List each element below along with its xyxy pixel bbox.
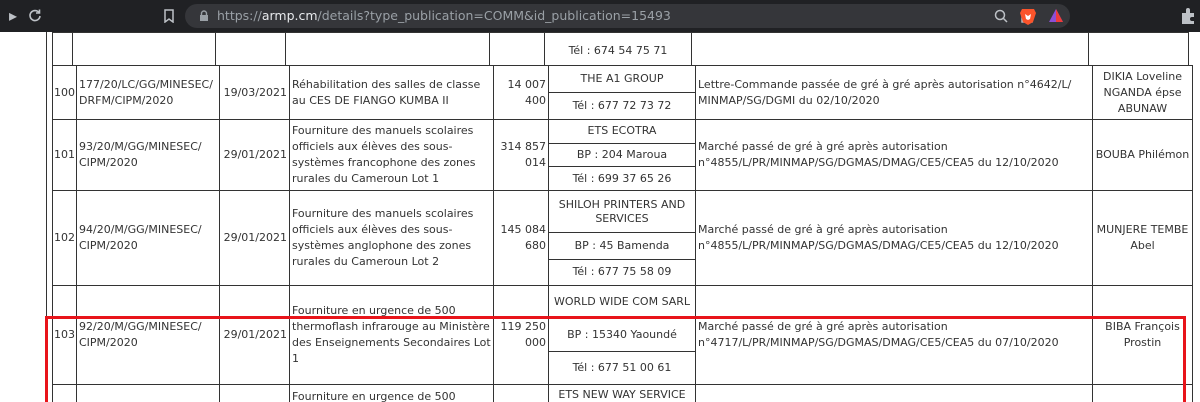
company-name: SHILOH PRINTERS AND SERVICES (549, 191, 695, 234)
company-tel: Tél : 677 75 58 09 (572, 265, 672, 279)
award-mode: Marché passé de gré à gré après autorisa… (695, 119, 1093, 191)
contract-object: Fourniture en urgence de 500 thermoflash… (289, 285, 494, 385)
reload-icon[interactable] (24, 5, 46, 27)
contract-date: 19/03/2021 (219, 65, 290, 120)
contract-reference: 177/20/LC/GG/MINESEC/ DRFM/CIPM/2020 (76, 65, 220, 120)
contract-object: Fourniture des manuels scolaires officie… (289, 190, 494, 286)
contract-amount: 14 007 400 (493, 65, 549, 120)
contract-amount: 145 084 680 (493, 190, 549, 286)
company-name: WORLD WIDE COM SARL (549, 286, 695, 319)
table-row: 100 177/20/LC/GG/MINESEC/ DRFM/CIPM/2020 1… (52, 65, 1193, 120)
contract-amount: 314 857 014 (493, 119, 549, 191)
award-mode: Lettre-Commande passée de gré à gré aprè… (695, 65, 1093, 120)
lock-icon (200, 10, 208, 21)
table-row: 101 93/20/M/GG/MINESEC/ CIPM/2020 29/01/20… (52, 119, 1193, 191)
row-number: 103 (52, 285, 77, 385)
award-mode: Marché passé de gré à gré après autorisa… (695, 285, 1093, 385)
contract-holder: DIKIA Loveline NGANDA épse ABUNAW (1092, 65, 1193, 120)
table-row: 103 92/20/M/GG/MINESEC/ CIPM/2020 29/01/20… (52, 285, 1193, 385)
contract-object: Fourniture en urgence de 500 (289, 384, 494, 402)
company-bp: BP : 204 Maroua (549, 143, 695, 168)
table-row: Tél : 674 54 75 71 (52, 32, 1189, 66)
company-tel: Tél : 677 51 00 61 (572, 361, 672, 375)
company-cell: WORLD WIDE COM SARL BP : 15340 Yaoundé Tél… (548, 285, 696, 385)
company-tel: Tél : 677 72 73 72 (572, 99, 672, 112)
company-bp: BP : 45 Bamenda (549, 232, 695, 260)
contract-reference: 93/20/M/GG/MINESEC/ CIPM/2020 (76, 119, 220, 191)
contract-date: 29/01/2021 (219, 285, 290, 385)
bookmark-icon[interactable] (158, 5, 180, 27)
company-tel: Tél : 674 54 75 71 (568, 44, 668, 57)
contract-date: 29/01/2021 (219, 190, 290, 286)
contracts-table-body: 100 177/20/LC/GG/MINESEC/ DRFM/CIPM/2020 1… (52, 65, 1193, 402)
company-tel: Tél : 699 37 65 26 (572, 171, 672, 185)
table-row: 102 94/20/M/GG/MINESEC/ CIPM/2020 29/01/20… (52, 190, 1193, 286)
company-cell: ETS ECOTRA BP : 204 Maroua Tél : 699 37 65… (548, 119, 696, 191)
contract-object: Fourniture des manuels scolaires officie… (289, 119, 494, 191)
zoom-icon[interactable] (994, 9, 1008, 23)
brave-shield-icon[interactable] (1018, 6, 1038, 26)
address-bar[interactable]: https://armp.cm/details?type_publication… (185, 4, 1070, 28)
company-name: ETS NEW WAY SERVICE (548, 384, 696, 402)
row-number: 100 (52, 65, 77, 120)
contract-amount: 119 250 000 (493, 285, 549, 385)
company-cell: SHILOH PRINTERS AND SERVICES BP : 45 Bame… (548, 190, 696, 286)
contract-object: Réhabilitation des salles de classe au C… (289, 65, 494, 120)
company-name: ETS ECOTRA (549, 120, 695, 144)
contract-reference: 92/20/M/GG/MINESEC/ CIPM/2020 (76, 285, 220, 385)
browser-toolbar: ▸ https://armp.cm/details?type_publicati… (0, 0, 1200, 32)
forward-icon[interactable]: ▸ (2, 5, 24, 27)
page-content: Tél : 674 54 75 71 100 177/20/LC/GG/MINES… (0, 32, 1200, 402)
company-bp: BP : 15340 Yaoundé (549, 318, 695, 353)
contract-reference: 94/20/M/GG/MINESEC/ CIPM/2020 (76, 190, 220, 286)
extensions-icon[interactable] (1178, 6, 1198, 26)
contracts-table: Tél : 674 54 75 71 (52, 32, 1189, 66)
contract-date: 29/01/2021 (219, 119, 290, 191)
contract-holder: BIBA François Prostin (1092, 285, 1193, 385)
contract-holder: MUNJERE TEMBE Abel (1092, 190, 1193, 286)
url-text: https://armp.cm/details?type_publication… (217, 8, 671, 23)
company-name: THE A1 GROUP (549, 66, 695, 93)
company-cell: THE A1 GROUP Tél : 677 72 73 72 (548, 65, 696, 120)
brave-rewards-icon[interactable] (1046, 6, 1066, 26)
table-row: Fourniture en urgence de 500 ETS NEW WAY … (52, 384, 1193, 402)
award-mode: Marché passé de gré à gré après autorisa… (695, 190, 1093, 286)
row-number: 102 (52, 190, 77, 286)
row-number: 101 (52, 119, 77, 191)
contract-holder: BOUBA Philémon (1092, 119, 1193, 191)
